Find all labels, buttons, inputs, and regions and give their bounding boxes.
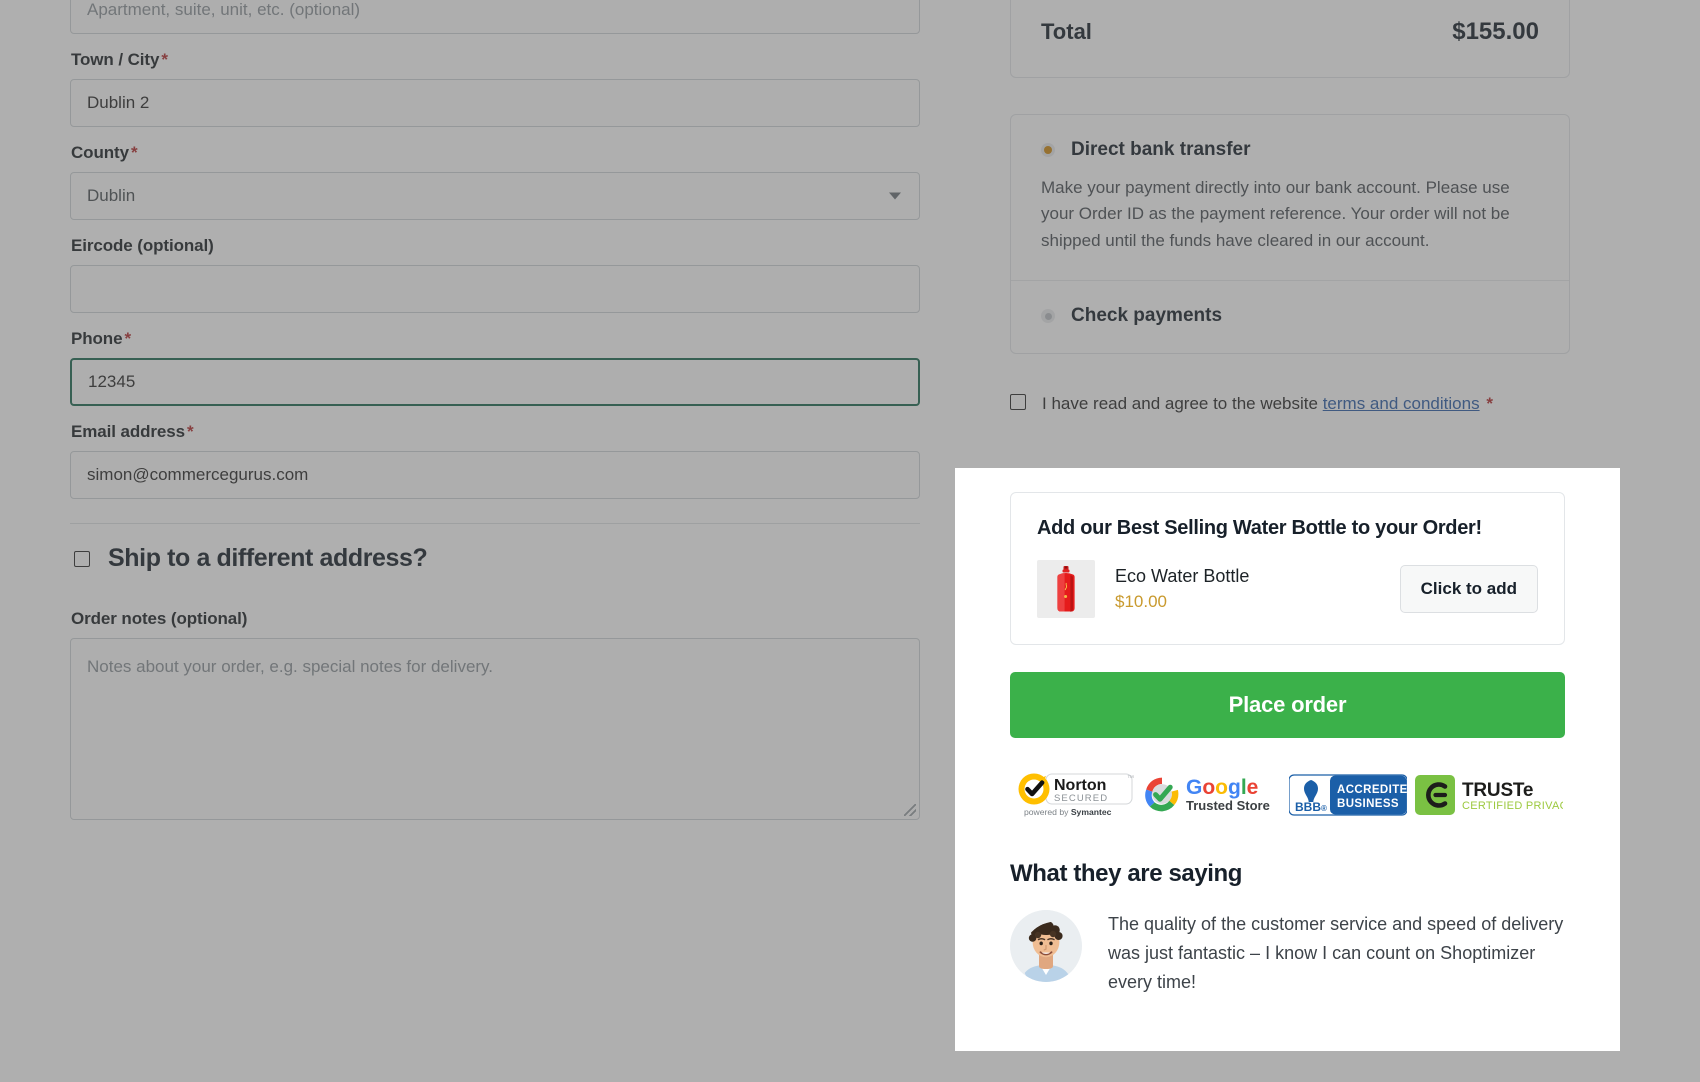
email-input[interactable]: simon@commercegurus.com <box>70 451 920 499</box>
apartment-input[interactable]: Apartment, suite, unit, etc. (optional) <box>70 0 920 34</box>
required-asterisk: * <box>124 329 131 348</box>
required-asterisk: * <box>161 50 168 69</box>
trust-badges-row: Norton SECURED powered by Symantec ™ Goo… <box>1010 770 1576 825</box>
phone-label-text: Phone <box>71 329 123 348</box>
svg-text:ACCREDITED: ACCREDITED <box>1337 784 1407 796</box>
terms-checkbox[interactable] <box>1010 394 1026 411</box>
water-bottle-icon <box>1057 566 1075 612</box>
county-label: County * <box>71 143 920 163</box>
required-asterisk: * <box>1486 394 1493 414</box>
testimonials-heading: What they are saying <box>1010 860 1243 887</box>
town-city-field-block: Town / City * Dublin 2 <box>70 50 920 127</box>
svg-text:BUSINESS: BUSINESS <box>1337 798 1399 810</box>
eircode-input[interactable] <box>70 265 920 313</box>
payment-method-direct-bank-transfer[interactable]: Direct bank transfer Make your payment d… <box>1011 115 1569 280</box>
payment-methods-panel: Direct bank transfer Make your payment d… <box>1010 114 1570 355</box>
bbb-accredited-business-badge: BBB® ACCREDITED BUSINESS <box>1288 773 1416 822</box>
svg-text:SECURED: SECURED <box>1054 793 1108 804</box>
svg-text:Norton: Norton <box>1054 777 1106 794</box>
ship-to-different-address-row[interactable]: Ship to a different address? <box>74 544 920 573</box>
order-total-label: Total <box>1041 19 1092 44</box>
terms-and-conditions-link[interactable]: terms and conditions <box>1323 394 1480 413</box>
county-field-block: County * Dublin <box>70 143 920 220</box>
product-name: Eco Water Bottle <box>1115 566 1250 586</box>
radio-selected-icon[interactable] <box>1041 143 1055 157</box>
upsell-title: Add our Best Selling Water Bottle to you… <box>1037 517 1482 539</box>
required-asterisk: * <box>186 422 194 441</box>
payment-method-header: Direct bank transfer <box>1041 139 1539 161</box>
svg-text:Google: Google <box>1186 776 1258 799</box>
order-total-panel: Total $155.00 <box>1010 0 1570 78</box>
payment-method-description: Make your payment directly into our bank… <box>1041 178 1510 250</box>
truste-certified-privacy-badge: TRUSTe CERTIFIED PRIVACY <box>1414 773 1576 822</box>
svg-text:powered by Symantec: powered by Symantec <box>1024 807 1112 817</box>
ship-different-label: Ship to a different address? <box>108 544 428 572</box>
testimonial-item: The quality of the customer service and … <box>1010 910 1565 997</box>
svg-text:CERTIFIED PRIVACY: CERTIFIED PRIVACY <box>1462 800 1563 812</box>
click-to-add-button[interactable]: Click to add <box>1399 565 1538 613</box>
order-review-column: Total $155.00 Direct bank transfer Make … <box>1010 0 1570 414</box>
email-label: Email address * <box>71 422 920 442</box>
county-select-value: Dublin <box>87 186 136 205</box>
billing-form-column: Apartment, suite, unit, etc. (optional) … <box>70 0 920 836</box>
town-city-input[interactable]: Dublin 2 <box>70 79 920 127</box>
terms-prefix: I have read and agree to the website <box>1042 394 1323 414</box>
product-meta: Eco Water Bottle $10.00 <box>1115 566 1380 612</box>
payment-method-check-payments[interactable]: Check payments <box>1011 280 1569 353</box>
order-bump-modal: Add our Best Selling Water Bottle to you… <box>955 468 1620 1051</box>
norton-secured-badge: Norton SECURED powered by Symantec ™ <box>1012 770 1134 825</box>
order-notes-field-block: Order notes (optional) Notes about your … <box>70 609 920 820</box>
svg-text:Trusted Store: Trusted Store <box>1186 798 1270 813</box>
order-notes-textarea[interactable]: Notes about your order, e.g. special not… <box>70 638 920 820</box>
town-city-label: Town / City * <box>71 50 920 70</box>
terms-text: I have read and agree to the website ter… <box>1042 394 1493 414</box>
phone-field-block: Phone * 12345 <box>70 329 920 406</box>
avatar-portrait-icon <box>1010 910 1082 982</box>
order-notes-placeholder: Notes about your order, e.g. special not… <box>87 657 494 676</box>
upsell-product-row: Eco Water Bottle $10.00 Click to add <box>1037 560 1538 618</box>
place-order-button[interactable]: Place order <box>1010 672 1565 738</box>
payment-method-header: Check payments <box>1041 305 1539 327</box>
town-city-label-text: Town / City <box>71 50 160 69</box>
radio-unselected-icon[interactable] <box>1041 309 1055 324</box>
apartment-field-block: Apartment, suite, unit, etc. (optional) <box>70 0 920 34</box>
terms-and-conditions-row[interactable]: I have read and agree to the website ter… <box>1010 394 1570 414</box>
svg-text:™: ™ <box>1127 775 1134 782</box>
chevron-down-icon <box>889 192 901 200</box>
order-notes-label: Order notes (optional) <box>71 609 248 628</box>
county-label-text: County <box>71 143 129 162</box>
google-trusted-store-badge: Google Trusted Store <box>1142 772 1282 823</box>
testimonial-avatar <box>1010 910 1082 982</box>
order-total-value: $155.00 <box>1452 18 1539 45</box>
required-asterisk: * <box>130 143 138 162</box>
eircode-label: Eircode (optional) <box>71 236 214 255</box>
resize-handle-icon[interactable] <box>904 804 916 816</box>
product-price: $10.00 <box>1115 592 1167 611</box>
checkout-page-screenshot: Apartment, suite, unit, etc. (optional) … <box>0 0 1700 1082</box>
form-divider <box>70 523 920 524</box>
phone-input[interactable]: 12345 <box>70 358 920 406</box>
payment-method-name: Check payments <box>1071 305 1223 327</box>
upsell-card: Add our Best Selling Water Bottle to you… <box>1010 492 1565 645</box>
eircode-field-block: Eircode (optional) <box>70 236 920 313</box>
phone-label: Phone * <box>71 329 920 349</box>
product-thumbnail <box>1037 560 1095 618</box>
svg-text:TRUSTe: TRUSTe <box>1462 780 1533 801</box>
county-select[interactable]: Dublin <box>70 172 920 220</box>
payment-method-name: Direct bank transfer <box>1071 139 1251 160</box>
testimonial-quote: The quality of the customer service and … <box>1108 914 1564 993</box>
email-label-text: Email address <box>71 422 185 441</box>
ship-different-checkbox[interactable] <box>74 550 90 567</box>
email-field-block: Email address * simon@commercegurus.com <box>70 422 920 499</box>
